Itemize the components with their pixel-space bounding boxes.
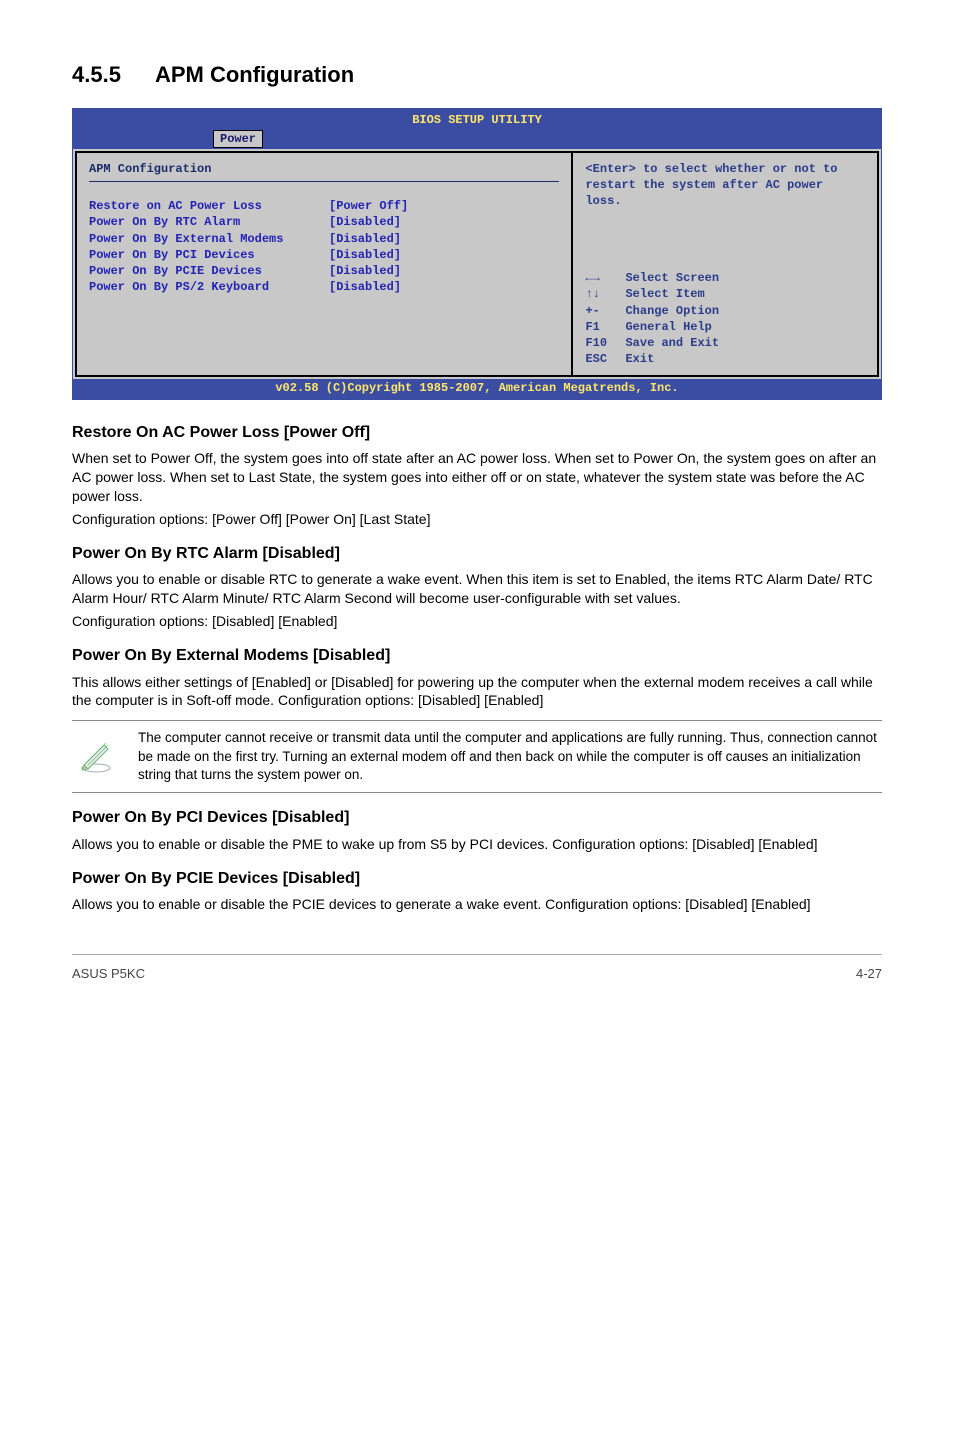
bios-key-desc: Change Option	[625, 303, 719, 319]
bios-key-row: ↑↓Select Item	[585, 286, 865, 302]
bios-key: ↑↓	[585, 286, 625, 302]
bios-footer: v02.58 (C)Copyright 1985-2007, American …	[73, 379, 881, 398]
bios-help-text: <Enter> to select whether or not to rest…	[585, 161, 865, 210]
bios-key-desc: Select Screen	[625, 270, 719, 286]
footer-left: ASUS P5KC	[72, 965, 145, 983]
bios-title: BIOS SETUP UTILITY	[73, 109, 881, 130]
bios-row-label: Power On By External Modems	[89, 231, 329, 247]
footer-right: 4-27	[856, 965, 882, 983]
bios-tab-power: Power	[213, 130, 263, 148]
setting-paragraph: Allows you to enable or disable the PME …	[72, 835, 882, 854]
bios-row-value: [Disabled]	[329, 279, 401, 295]
bios-right-panel: <Enter> to select whether or not to rest…	[573, 151, 879, 377]
bios-left-panel: APM Configuration Restore on AC Power Lo…	[75, 151, 573, 377]
setting-paragraph: When set to Power Off, the system goes i…	[72, 449, 882, 506]
bios-key-desc: Save and Exit	[625, 335, 719, 351]
pencil-icon	[72, 729, 120, 775]
bios-row: Power On By PS/2 Keyboard [Disabled]	[89, 279, 559, 295]
setting-paragraph: Allows you to enable or disable the PCIE…	[72, 895, 882, 914]
bios-key: F10	[585, 335, 625, 351]
setting-paragraph: Allows you to enable or disable RTC to g…	[72, 570, 882, 608]
setting-paragraph: This allows either settings of [Enabled]…	[72, 673, 882, 711]
bios-key: ESC	[585, 351, 625, 367]
bios-row-value: [Disabled]	[329, 263, 401, 279]
bios-row-label: Power On By PCI Devices	[89, 247, 329, 263]
section-name: APM Configuration	[155, 62, 354, 87]
bios-screenshot: BIOS SETUP UTILITY Power APM Configurati…	[72, 108, 882, 400]
bios-row-value: [Power Off]	[329, 198, 408, 214]
bios-row: Power On By PCIE Devices [Disabled]	[89, 263, 559, 279]
bios-row: Power On By RTC Alarm [Disabled]	[89, 214, 559, 230]
bios-key-row: F10Save and Exit	[585, 335, 865, 351]
bios-separator	[89, 181, 559, 182]
setting-heading: Power On By PCI Devices [Disabled]	[72, 807, 882, 829]
bios-row-value: [Disabled]	[329, 231, 401, 247]
bios-key-desc: General Help	[625, 319, 711, 335]
section-title: 4.5.5 APM Configuration	[72, 60, 882, 90]
bios-row-label: Power On By PCIE Devices	[89, 263, 329, 279]
bios-panel-heading: APM Configuration	[89, 161, 559, 177]
setting-heading: Power On By PCIE Devices [Disabled]	[72, 868, 882, 890]
bios-key-row: ←→Select Screen	[585, 270, 865, 286]
bios-key: +-	[585, 303, 625, 319]
bios-key-row: F1General Help	[585, 319, 865, 335]
setting-paragraph: Configuration options: [Power Off] [Powe…	[72, 510, 882, 529]
bios-row-label: Power On By RTC Alarm	[89, 214, 329, 230]
bios-key-desc: Exit	[625, 351, 654, 367]
bios-key-legend: ←→Select Screen ↑↓Select Item +-Change O…	[585, 270, 865, 367]
page-footer: ASUS P5KC 4-27	[72, 954, 882, 983]
note-block: The computer cannot receive or transmit …	[72, 720, 882, 793]
bios-key-row: +-Change Option	[585, 303, 865, 319]
section-number: 4.5.5	[72, 60, 121, 90]
setting-heading: Power On By External Modems [Disabled]	[72, 645, 882, 667]
setting-heading: Power On By RTC Alarm [Disabled]	[72, 543, 882, 565]
bios-key-desc: Select Item	[625, 286, 704, 302]
bios-body: APM Configuration Restore on AC Power Lo…	[73, 149, 881, 379]
bios-row-value: [Disabled]	[329, 214, 401, 230]
bios-row-label: Restore on AC Power Loss	[89, 198, 329, 214]
bios-row: Power On By External Modems [Disabled]	[89, 231, 559, 247]
setting-heading: Restore On AC Power Loss [Power Off]	[72, 422, 882, 444]
bios-row-label: Power On By PS/2 Keyboard	[89, 279, 329, 295]
bios-key-row: ESCExit	[585, 351, 865, 367]
bios-row-value: [Disabled]	[329, 247, 401, 263]
bios-row: Power On By PCI Devices [Disabled]	[89, 247, 559, 263]
note-text: The computer cannot receive or transmit …	[138, 729, 882, 784]
bios-row: Restore on AC Power Loss [Power Off]	[89, 198, 559, 214]
bios-key: F1	[585, 319, 625, 335]
bios-key: ←→	[585, 270, 625, 286]
bios-tabs: Power	[73, 129, 881, 147]
setting-paragraph: Configuration options: [Disabled] [Enabl…	[72, 612, 882, 631]
